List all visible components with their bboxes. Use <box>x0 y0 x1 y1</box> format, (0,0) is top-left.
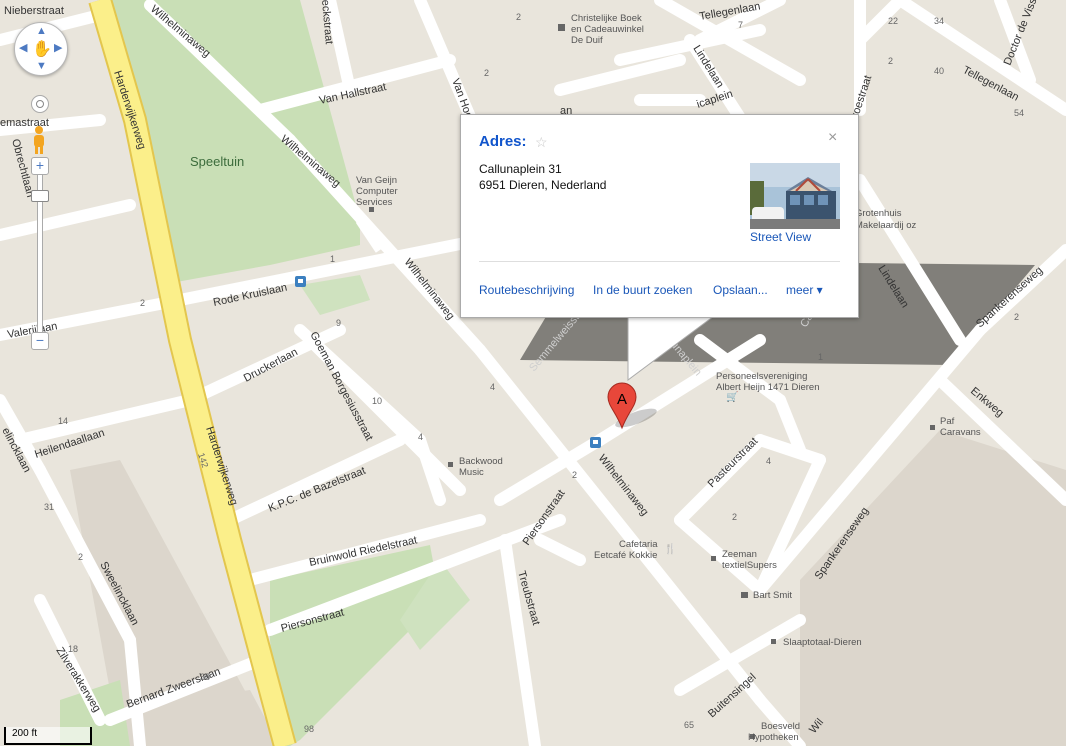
poi-cafetaria-line1: Cafetaria <box>619 539 658 550</box>
poi-vangeijn-line1: Van Geijn <box>356 175 397 186</box>
pan-down-icon[interactable]: ▼ <box>36 61 47 72</box>
info-window: Adres: ☆ × Callunaplein 31 6951 Dieren, … <box>460 114 859 318</box>
pegman-icon[interactable] <box>30 125 48 155</box>
poi-dot-icon <box>448 462 453 467</box>
poi-bartsmit: Bart Smit <box>753 590 792 601</box>
poi-dot-icon <box>930 425 935 430</box>
bus-stop-icon-window <box>593 440 598 444</box>
streetview-thumbnail[interactable] <box>750 163 840 229</box>
close-icon[interactable]: × <box>828 129 837 147</box>
road-label-nieberstraat: Nieberstraat <box>4 5 64 17</box>
pan-up-icon[interactable]: ▲ <box>36 26 47 37</box>
shop-icon <box>558 24 565 31</box>
pan-right-icon[interactable]: ▶ <box>54 43 62 54</box>
poi-personeel-line1: Personeelsvereniging <box>716 371 807 382</box>
route-link[interactable]: Routebeschrijving <box>479 283 574 297</box>
map-canvas[interactable]: Nieberstraat Harderwijkerweg Harderwijke… <box>0 0 1066 746</box>
save-link[interactable]: Opslaan... <box>713 283 768 297</box>
house-number: 22 <box>888 16 898 26</box>
house-number: 2 <box>1014 312 1019 322</box>
poi-vangeijn-line3: Services <box>356 197 393 208</box>
address-line-2: 6951 Dieren, Nederland <box>479 178 607 192</box>
scale-bar: 200 ft <box>4 727 92 745</box>
poi-cafetaria-line2: Eetcafé Kokkie <box>594 550 657 561</box>
house-number: 10 <box>372 396 382 406</box>
house-number: 2 <box>516 12 521 22</box>
house-number: 18 <box>68 644 78 654</box>
poi-grotenhuis-line1: Grotenhuis <box>855 208 902 219</box>
poi-boesveld-line2: Hypotheken <box>748 732 799 743</box>
more-dropdown[interactable]: meer ▾ <box>786 283 823 297</box>
house-number: 2 <box>78 552 83 562</box>
poi-backwood-line2: Music <box>459 467 484 478</box>
poi-dot-icon <box>369 207 374 212</box>
zoom-in-icon[interactable]: + <box>31 157 49 175</box>
house-number: 2 <box>572 470 577 480</box>
info-window-title: Adres: <box>479 133 527 150</box>
hand-icon: ✋ <box>32 41 52 58</box>
poi-paf-line2: Caravans <box>940 427 981 438</box>
poi-zeeman-line2: textielSupers <box>722 560 777 571</box>
shop-bag-icon <box>741 592 748 598</box>
restaurant-icon: 🍴 <box>664 542 676 555</box>
poi-backwood-line1: Backwood <box>459 456 503 467</box>
house-number: 4 <box>418 432 423 442</box>
pan-left-icon[interactable]: ◀ <box>19 43 27 54</box>
house-number: 4 <box>490 382 495 392</box>
streetview-link[interactable]: Street View <box>750 230 811 244</box>
poi-vangeijn-line2: Computer <box>356 186 398 197</box>
house-number: 38 <box>200 672 210 682</box>
recenter-button[interactable] <box>31 95 49 113</box>
house-number: 2 <box>732 512 737 522</box>
poi-zeeman-line1: Zeeman <box>722 549 757 560</box>
poi-grotenhuis-line2: Makelaardij oz <box>855 220 916 231</box>
poi-dot-icon <box>711 556 716 561</box>
house-number: 2 <box>888 56 893 66</box>
house-number: 31 <box>44 502 54 512</box>
pan-control[interactable]: ▲ ▼ ◀ ▶ ✋ <box>14 22 68 76</box>
search-nearby-link[interactable]: In de buurt zoeken <box>593 283 692 297</box>
house-number: 14 <box>58 416 68 426</box>
house-number: 2 <box>484 68 489 78</box>
shopping-cart-icon: 🛒 <box>726 390 738 403</box>
house-number: 4 <box>766 456 771 466</box>
poi-dot-icon <box>771 639 776 644</box>
zoom-out-icon[interactable]: − <box>31 332 49 350</box>
house-number: 2 <box>140 298 145 308</box>
house-number: 9 <box>336 318 341 328</box>
poi-boek-line3: De Duif <box>571 35 603 46</box>
poi-boek-line1: Christelijke Boek <box>571 13 642 24</box>
poi-boek-line2: en Cadeauwinkel <box>571 24 644 35</box>
poi-boesveld-line1: Boesveld <box>761 721 800 732</box>
scale-label: 200 ft <box>12 728 38 739</box>
house-number: 54 <box>1014 108 1024 118</box>
house-number: 65 <box>684 720 694 730</box>
house-number: 7 <box>738 20 743 30</box>
park-label-speeltuin: Speeltuin <box>190 154 244 169</box>
star-icon[interactable]: ☆ <box>535 134 548 151</box>
house-number: 98 <box>304 724 314 734</box>
house-number: 40 <box>934 66 944 76</box>
bus-stop-icon-window <box>298 279 303 283</box>
house-number: 34 <box>934 16 944 26</box>
house-number: 1 <box>818 352 823 362</box>
info-window-divider <box>479 261 840 262</box>
marker-letter: A <box>617 391 627 408</box>
zoom-slider-handle[interactable] <box>31 190 49 202</box>
house-number: 1 <box>330 254 335 264</box>
poi-paf-line1: Paf <box>940 416 955 427</box>
poi-slaap: Slaaptotaal-Dieren <box>783 637 862 648</box>
address-line-1: Callunaplein 31 <box>479 162 562 176</box>
